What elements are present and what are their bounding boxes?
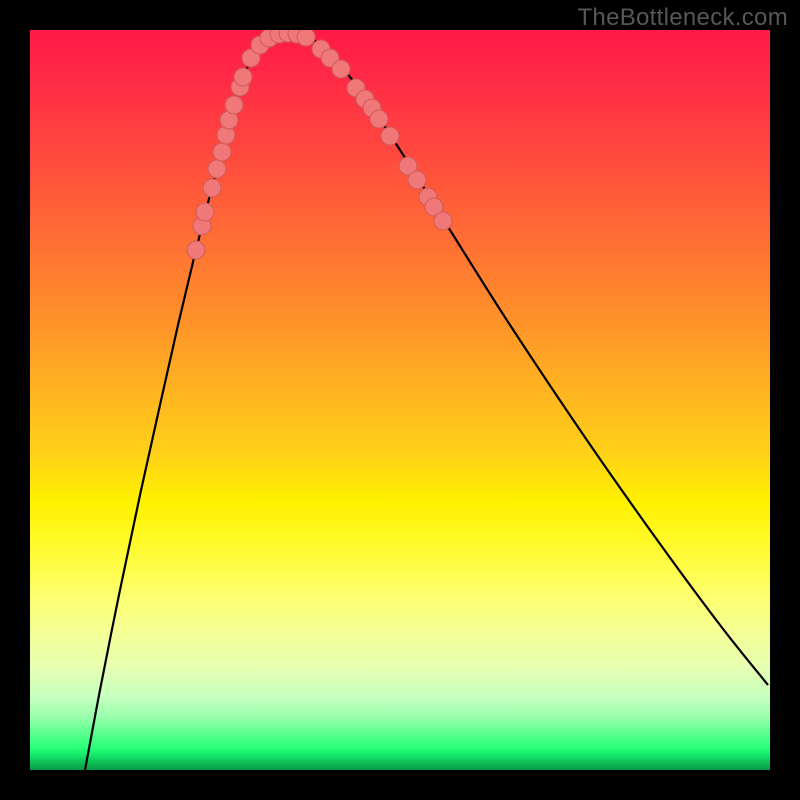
data-dot	[203, 179, 221, 197]
data-dot	[225, 96, 243, 114]
data-dot	[408, 171, 426, 189]
data-dot	[370, 110, 388, 128]
chart-frame: TheBottleneck.com	[0, 0, 800, 800]
watermark-text: TheBottleneck.com	[577, 4, 788, 32]
data-dot	[234, 68, 252, 86]
data-dot	[332, 60, 350, 78]
data-dot	[434, 212, 452, 230]
data-dot	[381, 127, 399, 145]
data-dot	[196, 203, 214, 221]
bottleneck-curve	[85, 33, 768, 770]
data-dot	[297, 30, 315, 46]
plot-area	[30, 30, 770, 770]
data-dot	[208, 160, 226, 178]
curve-layer	[30, 30, 770, 770]
data-dot	[187, 241, 205, 259]
data-dots	[187, 30, 452, 259]
data-dot	[213, 143, 231, 161]
